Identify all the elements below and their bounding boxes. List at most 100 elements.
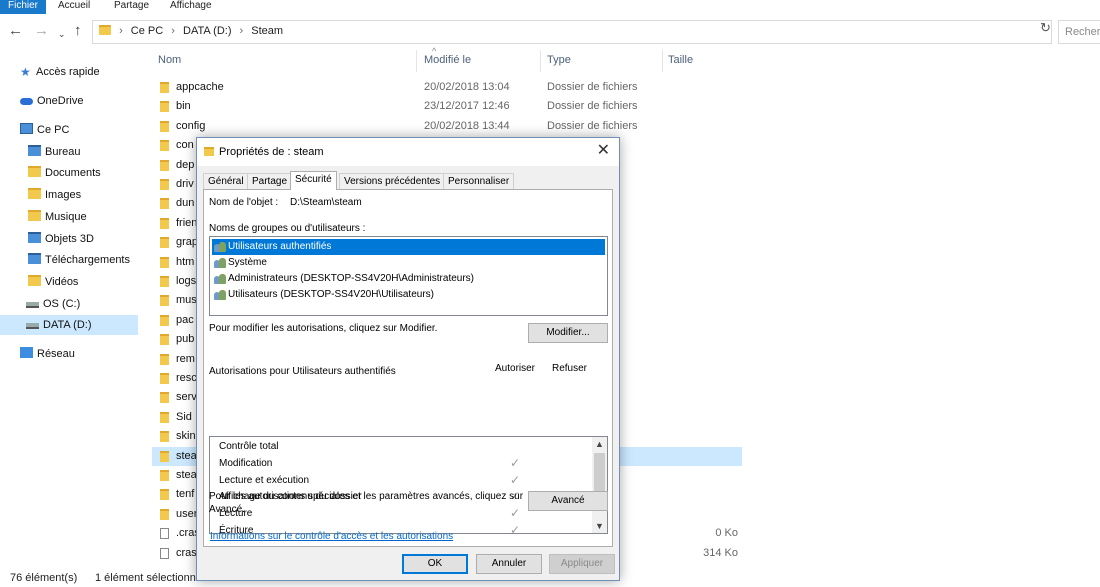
apply-button[interactable]: Appliquer [549,554,615,574]
access-control-info-link[interactable]: Informations sur le contrôle d'accès et … [210,531,453,542]
user-name: Utilisateurs (DESKTOP-SS4V20H\Utilisateu… [228,289,434,300]
object-name-label: Nom de l'objet : [209,197,279,208]
close-icon[interactable]: ✕ [597,142,610,160]
back-arrow-icon[interactable]: ← [8,22,23,40]
forward-arrow-icon[interactable]: → [34,22,49,40]
tab-fichier[interactable]: Fichier [0,0,47,14]
allow-check-icon: ✓ [510,455,521,470]
breadcrumb-ce-pc[interactable]: Ce PC [131,25,163,37]
tab-accueil[interactable]: Accueil [58,0,90,14]
up-arrow-icon[interactable]: ↑ [74,22,82,40]
tab-partage[interactable]: Partage [114,0,149,14]
item-size: 0 Ko [715,527,738,540]
search-input[interactable]: Recherc [1058,20,1100,44]
column-separator[interactable] [662,50,663,72]
column-name[interactable]: Nom [158,54,181,66]
nav-label: DATA (D:) [43,319,92,331]
nav-ce-pc[interactable]: Ce PC [20,120,69,140]
nav-data-d[interactable]: DATA (D:) [0,315,138,335]
column-size[interactable]: Taille [668,54,693,66]
cancel-button[interactable]: Annuler [476,554,542,574]
folder-icon [160,256,169,268]
security-panel: Nom de l'objet : D:\Steam\steam Noms de … [203,189,613,547]
groups-label: Noms de groupes ou d'utilisateurs : [209,223,366,234]
tab-general[interactable]: Général [203,173,249,189]
nav-images[interactable]: Images [28,185,81,205]
file-icon [160,528,169,540]
dialog-title-bar[interactable]: Propriétés de : steam ✕ [197,138,619,166]
nav-documents[interactable]: Documents [28,163,101,183]
permission-row: Lecture et exécution ✓ [210,472,593,489]
column-type[interactable]: Type [547,54,571,66]
folder-icon [160,237,169,249]
item-type: Dossier de fichiers [547,81,638,93]
user-row[interactable]: Système [212,255,605,271]
deny-column-header: Refuser [552,363,588,374]
ok-button[interactable]: OK [402,554,468,574]
tab-securite[interactable]: Sécurité [290,171,337,190]
list-item[interactable]: bin 23/12/2017 12:46 Dossier de fichiers [152,97,742,116]
modify-button[interactable]: Modifier... [528,323,608,343]
desktop-folder-icon [28,145,41,156]
folder-icon [99,25,111,35]
breadcrumb-separator-icon: › [119,25,123,37]
nav-os-c[interactable]: OS (C:) [26,294,80,314]
folder-icon [160,198,169,210]
permissions-scrollbar[interactable]: ▲ ▼ [592,437,607,533]
breadcrumb-separator-icon: › [239,25,244,37]
nav-onedrive[interactable]: OneDrive [20,91,83,111]
column-separator[interactable] [416,50,417,72]
list-item[interactable]: config 20/02/2018 13:44 Dossier de fichier… [152,117,742,136]
folder-icon [160,120,169,132]
recent-locations-chevron-icon[interactable]: ⌄ [58,25,66,43]
folder-icon [160,508,169,520]
breadcrumb-data-d[interactable]: DATA (D:) [183,25,231,37]
nav-videos[interactable]: Vidéos [28,272,78,292]
column-modified[interactable]: Modifié le [424,54,471,66]
folder-icon [160,179,169,190]
item-modified: 23/12/2017 12:46 [424,100,510,113]
allow-column-header: Autoriser [495,363,536,374]
star-icon: ★ [20,65,31,79]
folder-icon [160,295,169,307]
refresh-icon[interactable]: ↻ [1040,20,1051,36]
folder-icon [160,450,169,462]
item-type: Dossier de fichiers [547,119,638,132]
nav-label: Documents [45,167,101,179]
user-row[interactable]: Administrateurs (DESKTOP-SS4V20H\Adminis… [212,271,605,287]
address-row: ← → ⌄ ↑ › Ce PC › DATA (D:) › Steam ⌄ ↻ [0,18,1100,46]
folder-icon [160,353,169,365]
item-name: appcache [176,81,224,93]
scroll-down-icon[interactable]: ▼ [592,519,607,533]
tab-partage-dialog[interactable]: Partage [247,173,293,189]
tab-affichage[interactable]: Affichage [170,0,212,14]
user-row[interactable]: Utilisateurs (DESKTOP-SS4V20H\Utilisateu… [212,287,605,303]
user-name: Système [228,257,267,268]
nav-objets-3d[interactable]: Objets 3D [28,229,94,249]
allow-check-icon: ✓ [510,506,521,521]
tab-personnaliser[interactable]: Personnaliser [443,173,515,189]
column-separator[interactable] [540,50,541,72]
nav-reseau[interactable]: Réseau [20,344,75,364]
tab-versions-precedentes[interactable]: Versions précédentes [339,173,446,189]
item-modified: 20/02/2018 13:44 [424,119,510,132]
advanced-button[interactable]: Avancé [528,491,608,511]
computer-icon [20,123,33,134]
breadcrumb-steam[interactable]: Steam [251,25,283,37]
nav-bureau[interactable]: Bureau [28,142,80,162]
nav-musique[interactable]: Musique [28,207,87,227]
nav-telechargements[interactable]: Téléchargements [28,250,130,270]
advanced-hint-line-2: Avancé. [209,504,245,515]
address-bar[interactable]: › Ce PC › DATA (D:) › Steam ⌄ [92,20,1052,44]
permissions-list: Contrôle total Modification ✓ Lecture et ex… [209,436,608,534]
object-name-value: D:\Steam\steam [290,197,362,208]
scroll-up-icon[interactable]: ▲ [592,437,607,451]
permission-name: Contrôle total [219,441,279,452]
nav-acces-rapide[interactable]: ★ Accès rapide [20,62,100,82]
user-name: Administrateurs (DESKTOP-SS4V20H\Adminis… [228,273,475,284]
nav-label: OneDrive [37,95,84,107]
folder-icon [160,276,169,287]
user-row[interactable]: Utilisateurs authentifiés [212,239,605,255]
list-item[interactable]: appcache 20/02/2018 13:04 Dossier de fichi… [152,78,742,97]
allow-check-icon: ✓ [510,523,521,534]
